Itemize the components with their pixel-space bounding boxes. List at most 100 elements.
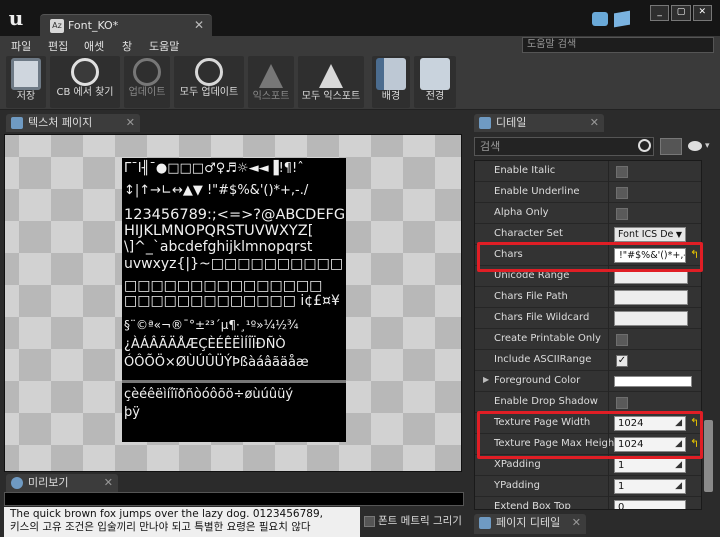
property-label: Enable Italic bbox=[494, 165, 556, 176]
character-set-value: Font ICS De bbox=[618, 229, 674, 240]
close-details-tab-icon[interactable]: ✕ bbox=[590, 114, 599, 131]
background-button[interactable]: 배경 bbox=[372, 56, 410, 108]
atlas-line: þÿ bbox=[124, 405, 140, 420]
page-details-icon bbox=[479, 517, 491, 529]
chevron-down-icon[interactable]: ▾ bbox=[705, 141, 710, 151]
font-asset-icon: Az bbox=[50, 19, 64, 33]
tab-texture-page-label: 텍스처 페이지 bbox=[28, 116, 93, 129]
atlas-line: çèéêëìíîïðñòóôõö÷øùúûüý bbox=[124, 387, 294, 402]
column-divider bbox=[608, 287, 609, 308]
foreground-button[interactable]: 전경 bbox=[414, 56, 456, 108]
property-row-chars-file-wildcard: Chars File Wildcard bbox=[475, 308, 701, 329]
texture-size-highlight-box bbox=[477, 411, 703, 459]
spin-handle-icon: ◢ bbox=[675, 460, 682, 470]
property-label: Character Set bbox=[494, 228, 563, 239]
property-label: XPadding bbox=[494, 459, 541, 470]
details-info-icon bbox=[479, 117, 491, 129]
column-divider bbox=[608, 308, 609, 329]
property-label: Enable Drop Shadow bbox=[494, 396, 598, 407]
menu-edit[interactable]: 편집 bbox=[48, 38, 68, 54]
toolbar: 저장 CB 에서 찾기 업데이트 모두 업데이트 익스포트 모두 익스포트 배경… bbox=[0, 54, 720, 110]
property-label: Alpha Only bbox=[494, 207, 549, 218]
enable-italic-checkbox[interactable] bbox=[616, 166, 628, 178]
ypadding-value: 1 bbox=[618, 481, 625, 492]
close-page-details-tab-icon[interactable]: ✕ bbox=[572, 514, 581, 531]
tab-preview-label: 미리보기 bbox=[28, 476, 69, 489]
details-scrollbar[interactable] bbox=[704, 420, 713, 492]
property-label: Create Printable Only bbox=[494, 333, 601, 344]
update-button[interactable]: 업데이트 bbox=[124, 56, 170, 108]
menu-file[interactable]: 파일 bbox=[11, 38, 31, 54]
document-tab[interactable]: Az Font_KO* ✕ bbox=[40, 14, 212, 36]
property-row-enable-underline: Enable Underline bbox=[475, 182, 701, 203]
export-all-icon bbox=[319, 64, 343, 88]
expand-arrow-icon[interactable]: ▶ bbox=[483, 375, 489, 384]
menu-help[interactable]: 도움말 bbox=[149, 38, 179, 54]
foreground-label: 전경 bbox=[425, 91, 445, 102]
extend-box-top-field[interactable]: 0 bbox=[614, 500, 686, 509]
property-row-ypadding: YPadding 1 ◢ bbox=[475, 476, 701, 497]
list-view-icon[interactable] bbox=[660, 138, 682, 155]
details-search-input[interactable]: 검색 bbox=[474, 137, 654, 156]
alpha-only-checkbox[interactable] bbox=[616, 208, 628, 220]
close-preview-tab-icon[interactable]: ✕ bbox=[104, 474, 113, 491]
save-icon bbox=[11, 58, 41, 90]
close-tab-icon[interactable]: ✕ bbox=[194, 18, 204, 32]
eye-icon[interactable] bbox=[688, 141, 702, 151]
tab-details[interactable]: 디테일 ✕ bbox=[474, 114, 604, 132]
draw-font-metrics-checkbox[interactable] bbox=[364, 515, 375, 527]
column-divider bbox=[608, 329, 609, 350]
help-search-input[interactable]: 도움말 검색 bbox=[522, 37, 714, 53]
close-window-button[interactable]: ✕ bbox=[692, 5, 712, 21]
column-divider bbox=[608, 476, 609, 497]
spin-handle-icon: ◢ bbox=[675, 481, 682, 491]
export-label: 익스포트 bbox=[252, 91, 290, 102]
atlas-line: §¨©ª«¬­®¯°±²³´µ¶·¸¹º»¼½¾ bbox=[124, 318, 299, 332]
menu-asset[interactable]: 애셋 bbox=[84, 38, 104, 54]
search-icon[interactable] bbox=[638, 139, 651, 152]
find-in-cb-button[interactable]: CB 에서 찾기 bbox=[50, 56, 120, 108]
draw-font-metrics-toggle[interactable]: 폰트 메트릭 그리기 bbox=[364, 513, 462, 528]
ypadding-field[interactable]: 1 ◢ bbox=[614, 479, 686, 494]
update-all-button[interactable]: 모두 업데이트 bbox=[174, 56, 244, 108]
find-in-cb-label: CB 에서 찾기 bbox=[56, 87, 114, 98]
create-printable-only-checkbox[interactable] bbox=[616, 334, 628, 346]
atlas-line: ↕|↑→∟↔▲▼ !"#$%&'()*+,-./ bbox=[124, 183, 309, 198]
marketplace-icon[interactable] bbox=[614, 10, 630, 28]
column-divider bbox=[608, 182, 609, 203]
tab-page-details[interactable]: 페이지 디테일 ✕ bbox=[474, 514, 586, 534]
menu-window[interactable]: 창 bbox=[122, 38, 132, 54]
column-divider bbox=[608, 203, 609, 224]
enable-drop-shadow-checkbox[interactable] bbox=[616, 397, 628, 409]
export-button[interactable]: 익스포트 bbox=[248, 56, 294, 108]
character-set-dropdown[interactable]: Font ICS De ▼ bbox=[614, 227, 686, 242]
update-label: 업데이트 bbox=[128, 87, 166, 98]
tab-preview[interactable]: 미리보기 ✕ bbox=[6, 474, 118, 492]
save-button[interactable]: 저장 bbox=[6, 56, 46, 108]
tab-details-label: 디테일 bbox=[496, 116, 527, 129]
column-divider bbox=[608, 350, 609, 371]
xpadding-field[interactable]: 1 ◢ bbox=[614, 458, 686, 473]
font-atlas-texture: ΓˉⅠ╢ˉ●□□□♂♀♬☼◄◄▐!¶!ˆ ↕|↑→∟↔▲▼ !"#$%&'()*… bbox=[122, 158, 346, 442]
include-ascii-range-checkbox[interactable]: ✓ bbox=[616, 355, 628, 367]
tab-texture-page[interactable]: 텍스처 페이지 ✕ bbox=[6, 114, 140, 132]
tab-page-details-label: 페이지 디테일 bbox=[496, 516, 561, 529]
foreground-color-swatch[interactable] bbox=[614, 376, 692, 387]
unreal-logo-icon[interactable]: u bbox=[4, 6, 28, 30]
chat-icon[interactable] bbox=[592, 12, 608, 26]
chars-file-path-field[interactable] bbox=[614, 290, 688, 305]
property-row-chars-file-path: Chars File Path bbox=[475, 287, 701, 308]
export-all-button[interactable]: 모두 익스포트 bbox=[298, 56, 364, 108]
maximize-button[interactable]: ▢ bbox=[671, 5, 691, 21]
property-label: Extend Box Top bbox=[494, 501, 571, 510]
minimize-button[interactable]: _ bbox=[650, 5, 670, 21]
property-label: YPadding bbox=[494, 480, 540, 491]
property-label: Chars File Path bbox=[494, 291, 568, 302]
atlas-line: ÓÔÕÖ×ØÙÚÛÜÝÞßàáâãäåæ bbox=[124, 355, 309, 370]
preview-text-input[interactable]: The quick brown fox jumps over the lazy … bbox=[4, 507, 360, 537]
dropdown-arrow-icon: ▼ bbox=[675, 230, 682, 239]
chars-file-wildcard-field[interactable] bbox=[614, 311, 688, 326]
close-texture-tab-icon[interactable]: ✕ bbox=[126, 114, 135, 131]
enable-underline-checkbox[interactable] bbox=[616, 187, 628, 199]
column-divider bbox=[608, 497, 609, 509]
